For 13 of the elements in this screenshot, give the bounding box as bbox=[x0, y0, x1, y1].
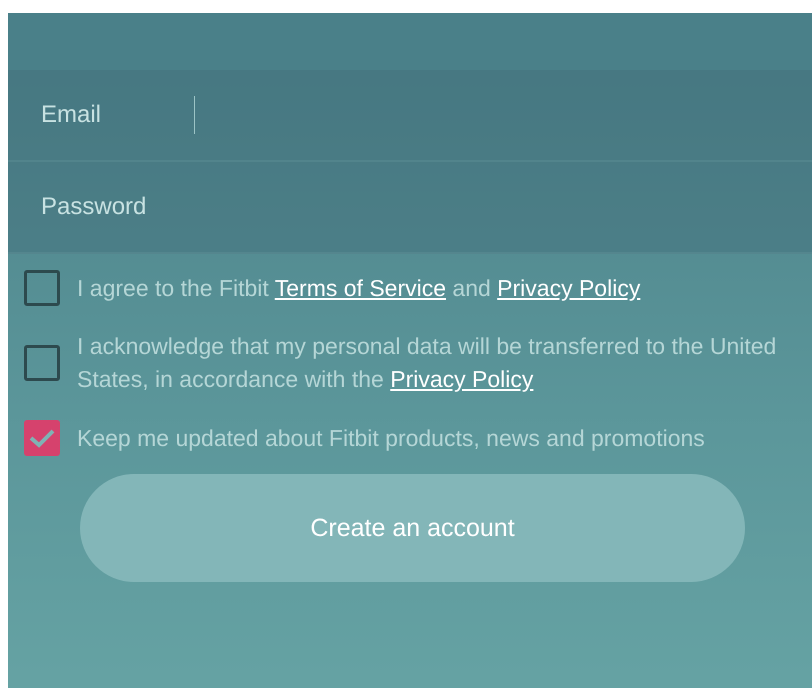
checkbox-label: I agree to the Fitbit Terms of Service and Privacy Policy bbox=[77, 274, 640, 303]
checkbox[interactable] bbox=[24, 420, 60, 456]
create-account-button[interactable]: Create an account bbox=[80, 474, 745, 582]
policy-link[interactable]: Privacy Policy bbox=[390, 366, 534, 392]
checkbox-label: Keep me updated about Fitbit products, news and promotions bbox=[77, 424, 705, 453]
input-field[interactable]: Password bbox=[8, 162, 812, 254]
checkbox[interactable] bbox=[24, 345, 60, 381]
policy-link[interactable]: Privacy Policy bbox=[497, 274, 640, 300]
checkbox[interactable] bbox=[24, 270, 60, 306]
input-field[interactable]: Email bbox=[8, 70, 812, 162]
policy-link[interactable]: Terms of Service bbox=[274, 274, 446, 300]
checkbox-label: I acknowledge that my personal data will be transferred to the United States, in accordance with the Privacy Policy bbox=[77, 332, 778, 394]
check-icon bbox=[29, 428, 55, 448]
